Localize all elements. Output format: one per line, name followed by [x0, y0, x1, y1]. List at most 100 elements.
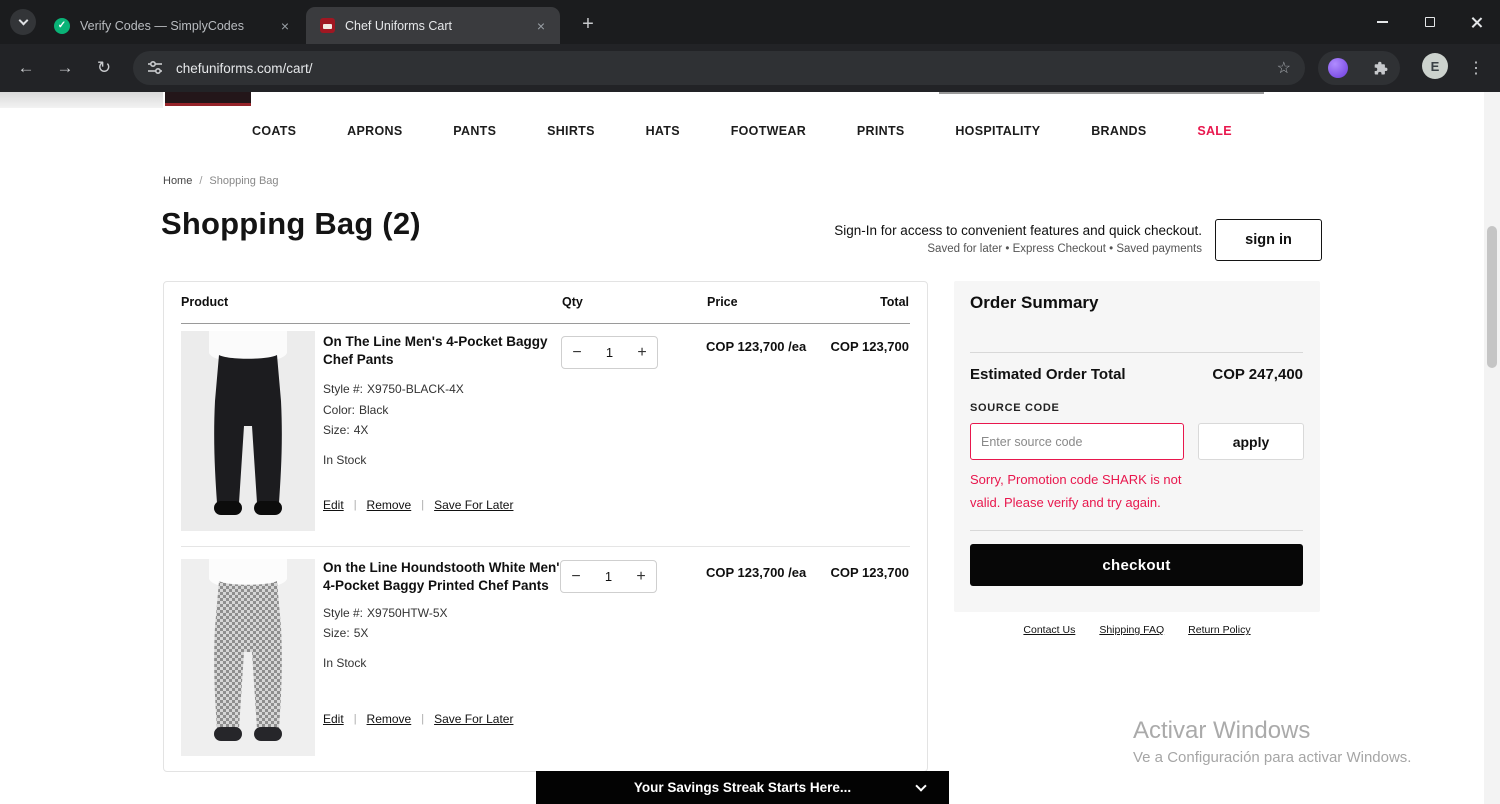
- decrease-qty-button[interactable]: −: [561, 561, 591, 592]
- profile-avatar[interactable]: E: [1422, 53, 1448, 79]
- address-bar[interactable]: chefuniforms.com/cart/ ☆: [133, 51, 1305, 85]
- save-for-later-link[interactable]: Save For Later: [434, 712, 513, 726]
- product-title-link[interactable]: On The Line Men's 4-Pocket Baggy Chef Pa…: [323, 333, 568, 369]
- page-scrollbar[interactable]: [1484, 92, 1500, 804]
- contact-us-link[interactable]: Contact Us: [1023, 624, 1075, 636]
- nav-item-hats[interactable]: HATS: [646, 124, 680, 138]
- shipping-faq-link[interactable]: Shipping FAQ: [1099, 624, 1164, 636]
- watermark-line2: Ve a Configuración para activar Windows.: [1133, 749, 1412, 766]
- edit-link[interactable]: Edit: [323, 712, 344, 726]
- sign-in-button[interactable]: sign in: [1215, 219, 1322, 261]
- checkout-button[interactable]: checkout: [970, 544, 1303, 586]
- close-window-button[interactable]: [1453, 0, 1500, 44]
- minimize-button[interactable]: [1359, 0, 1406, 44]
- color-label: Color:: [323, 403, 356, 417]
- link-separator: |: [421, 713, 425, 725]
- header-divider: [181, 323, 910, 324]
- product-image-houndstooth-pants[interactable]: [181, 559, 315, 756]
- tab-simplycodes[interactable]: ✓ Verify Codes — SimplyCodes ×: [40, 7, 304, 44]
- nav-item-coats[interactable]: COATS: [252, 124, 296, 138]
- tab-close-icon[interactable]: ×: [532, 17, 550, 35]
- size-label: Size:: [323, 423, 350, 437]
- source-code-label: SOURCE CODE: [970, 402, 1060, 414]
- page-title: Shopping Bag (2): [161, 206, 421, 241]
- estimated-total-value: COP 247,400: [1212, 366, 1303, 383]
- product-image-black-pants[interactable]: [181, 331, 315, 531]
- qty-value: 1: [604, 569, 613, 584]
- search-field-edge: [939, 92, 1264, 94]
- main-navigation: COATS APRONS PANTS SHIRTS HATS FOOTWEAR …: [252, 118, 1232, 144]
- style-label: Style #:: [323, 606, 364, 620]
- link-separator: |: [353, 713, 357, 725]
- site-settings-icon[interactable]: [147, 60, 163, 76]
- column-header-total: Total: [880, 295, 909, 309]
- quantity-stepper: − 1 +: [560, 560, 657, 593]
- decrease-qty-button[interactable]: −: [562, 337, 592, 368]
- item-size-row: Size: 4X: [323, 423, 368, 437]
- remove-link[interactable]: Remove: [367, 712, 412, 726]
- minimize-icon: [1377, 21, 1388, 23]
- reload-button[interactable]: ↻: [90, 54, 118, 82]
- promo-error-message: Sorry, Promotion code SHARK is not valid…: [970, 472, 1182, 510]
- link-separator: |: [421, 499, 425, 511]
- stock-status: In Stock: [323, 656, 367, 670]
- nav-item-aprons[interactable]: APRONS: [347, 124, 402, 138]
- chevron-down-icon[interactable]: [915, 780, 927, 792]
- scrollbar-thumb[interactable]: [1487, 226, 1497, 368]
- size-value: 5X: [353, 626, 369, 640]
- bookmark-star-icon[interactable]: ☆: [1277, 58, 1291, 78]
- item-size-row: Size: 5X: [323, 626, 368, 640]
- site-logo[interactable]: [165, 92, 251, 106]
- link-separator: |: [353, 499, 357, 511]
- nav-item-shirts[interactable]: SHIRTS: [547, 124, 595, 138]
- column-header-price: Price: [707, 295, 738, 309]
- summary-divider: [970, 530, 1303, 531]
- edit-link[interactable]: Edit: [323, 498, 344, 512]
- browser-menu-icon[interactable]: ⋮: [1462, 54, 1490, 82]
- nav-item-prints[interactable]: PRINTS: [857, 124, 905, 138]
- tab-search-button[interactable]: [10, 9, 36, 35]
- nav-item-footwear[interactable]: FOOTWEAR: [731, 124, 806, 138]
- increase-qty-button[interactable]: +: [626, 561, 656, 592]
- nav-item-pants[interactable]: PANTS: [453, 124, 496, 138]
- item-divider: [181, 546, 910, 547]
- summary-divider: [970, 352, 1303, 353]
- breadcrumb-home-link[interactable]: Home: [163, 175, 192, 187]
- return-policy-link[interactable]: Return Policy: [1188, 624, 1250, 636]
- increase-qty-button[interactable]: +: [627, 337, 657, 368]
- url-text[interactable]: chefuniforms.com/cart/: [176, 61, 1277, 76]
- save-for-later-link[interactable]: Save For Later: [434, 498, 513, 512]
- partial-banner: [0, 92, 163, 108]
- nav-item-hospitality[interactable]: HOSPITALITY: [955, 124, 1040, 138]
- tab-chefuniforms[interactable]: Chef Uniforms Cart ×: [306, 7, 560, 44]
- item-color-row: Color: Black: [323, 403, 388, 417]
- watermark-line1: Activar Windows: [1133, 717, 1311, 744]
- browser-toolbar: ← → ↻ chefuniforms.com/cart/ ☆ E ⋮: [0, 44, 1500, 92]
- cart-table: Product Qty Price Total On The Line Men'…: [163, 281, 928, 772]
- signin-line1: Sign-In for access to convenient feature…: [834, 223, 1202, 238]
- close-icon: [1470, 16, 1483, 29]
- size-label: Size:: [323, 626, 350, 640]
- breadcrumb-current: Shopping Bag: [209, 175, 279, 187]
- signin-line2: Saved for later • Express Checkout • Sav…: [927, 243, 1202, 255]
- remove-link[interactable]: Remove: [367, 498, 412, 512]
- tab-title: Chef Uniforms Cart: [345, 18, 452, 33]
- source-code-input[interactable]: [970, 423, 1184, 460]
- product-title-link[interactable]: On the Line Houndstooth White Men's 4-Po…: [323, 559, 568, 595]
- stock-status: In Stock: [323, 453, 367, 467]
- forward-button[interactable]: →: [51, 54, 79, 82]
- maximize-button[interactable]: [1406, 0, 1453, 44]
- extensions-area: [1318, 51, 1400, 85]
- back-button[interactable]: ←: [12, 54, 40, 82]
- puzzle-icon[interactable]: [1373, 60, 1390, 77]
- apply-button[interactable]: apply: [1198, 423, 1304, 460]
- summary-footer-links: Contact Us Shipping FAQ Return Policy: [954, 624, 1320, 636]
- item-total: COP 123,700: [830, 565, 909, 580]
- extension-icon[interactable]: [1328, 58, 1348, 78]
- tab-close-icon[interactable]: ×: [276, 17, 294, 35]
- savings-streak-bar[interactable]: Your Savings Streak Starts Here...: [536, 771, 949, 804]
- tab-title: Verify Codes — SimplyCodes: [80, 18, 244, 33]
- nav-item-sale[interactable]: SALE: [1197, 124, 1232, 138]
- nav-item-brands[interactable]: BRANDS: [1091, 124, 1146, 138]
- new-tab-button[interactable]: +: [574, 10, 602, 38]
